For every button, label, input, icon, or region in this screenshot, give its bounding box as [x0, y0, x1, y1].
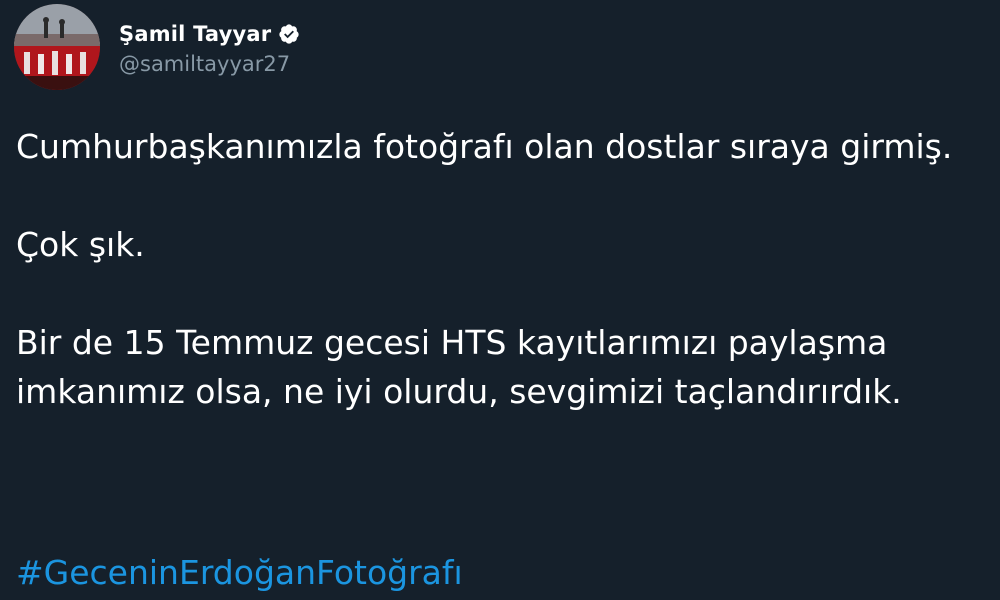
display-name-row: Şamil Tayyar — [119, 18, 300, 50]
tweet-paragraph: Bir de 15 Temmuz gecesi HTS kayıtlarımız… — [16, 323, 902, 411]
tweet-card: Şamil Tayyar @samiltayyar27 Cumhurbaşkan… — [0, 0, 1000, 600]
tweet-header: Şamil Tayyar @samiltayyar27 — [14, 4, 300, 90]
display-name[interactable]: Şamil Tayyar — [119, 22, 271, 46]
tweet-text: Cumhurbaşkanımızla fotoğrafı olan dostla… — [16, 122, 986, 416]
user-handle[interactable]: @samiltayyar27 — [119, 52, 300, 76]
avatar[interactable] — [14, 4, 100, 90]
hashtag-link[interactable]: #GeceninErdoğanFotoğrafı — [16, 548, 463, 597]
profile-photo-icon — [14, 4, 100, 90]
author-names: Şamil Tayyar @samiltayyar27 — [119, 4, 300, 90]
tweet-paragraph: Cumhurbaşkanımızla fotoğrafı olan dostla… — [16, 127, 953, 166]
tweet-paragraph: Çok şık. — [16, 225, 145, 264]
verified-badge-icon — [278, 23, 300, 45]
